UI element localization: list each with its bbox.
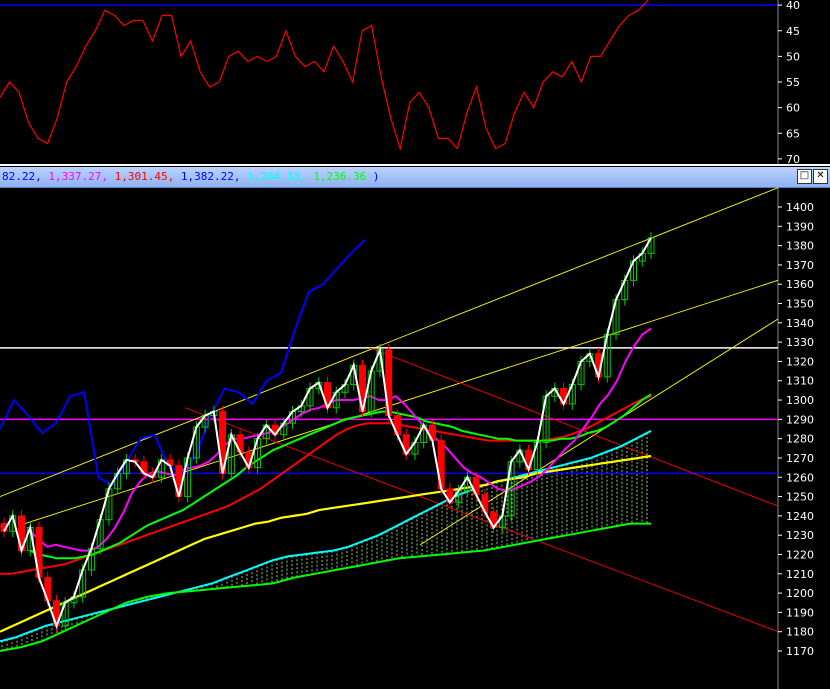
price-panel: 1170 1180 1190 1200 1210 1220 1230 1240 1250 1260…: [0, 187, 814, 689]
price-tick-label: 1190: [786, 606, 814, 619]
lagging-span-line: [0, 239, 366, 487]
price-tick-label: 1210: [786, 568, 814, 581]
price-tick-label: 1310: [786, 375, 814, 388]
legend-value: 1,337.27,: [48, 170, 108, 183]
price-tick-label: 1270: [786, 452, 814, 465]
channel-line-upper: [0, 187, 779, 497]
indicator-legend: 82.22, 1,337.27, 1,301.45, 1,382.22, 1,2…: [2, 170, 380, 183]
price-tick-label: 1350: [786, 298, 814, 311]
rsi-tick-label: 65: [786, 127, 800, 140]
rsi-tick-label: 40: [786, 0, 800, 12]
price-panel-titlebar[interactable]: 82.22, 1,337.27, 1,301.45, 1,382.22, 1,2…: [0, 167, 830, 188]
price-tick-label: 1220: [786, 548, 814, 561]
price-tick-label: 1300: [786, 394, 814, 407]
price-tick-label: 1390: [786, 220, 814, 233]
price-tick-label: 1400: [786, 201, 814, 214]
rsi-tick-label: 45: [786, 25, 800, 38]
price-tick-label: 1180: [786, 626, 814, 639]
price-tick-label: 1240: [786, 510, 814, 523]
price-tick-label: 1260: [786, 471, 814, 484]
price-tick-label: 1320: [786, 355, 814, 368]
legend-value: 82.22,: [2, 170, 42, 183]
price-tick-label: 1200: [786, 587, 814, 600]
legend-value: 1,236.36: [313, 170, 367, 183]
chart-area: 70 65 60 55 50 45 40 82.22, 1,337.27, 1,301.45…: [0, 0, 830, 689]
price-tick-label: 1360: [786, 278, 814, 291]
rsi-tick-label: 50: [786, 50, 800, 63]
price-tick-label: 1170: [786, 645, 814, 658]
legend-value: ): [372, 170, 380, 183]
price-tick-label: 1280: [786, 433, 814, 446]
legend-value: 1,382.22,: [180, 170, 241, 183]
price-tick-label: 1330: [786, 336, 814, 349]
price-tick-label: 1380: [786, 240, 814, 253]
rsi-panel: 70656055504540: [0, 0, 800, 165]
price-tick-label: 1230: [786, 529, 814, 542]
price-tick-label: 1290: [786, 413, 814, 426]
panel-separator[interactable]: [0, 164, 830, 166]
close-button[interactable]: ✕: [813, 169, 828, 184]
price-tick-label: 1370: [786, 259, 814, 272]
rsi-tick-label: 60: [786, 102, 800, 115]
price-tick-label: 1250: [786, 491, 814, 504]
rsi-tick-label: 55: [786, 76, 800, 89]
legend-value: 1,284.13,: [247, 170, 307, 183]
legend-value: 1,301.45,: [114, 170, 175, 183]
price-tick-label: 1340: [786, 317, 814, 330]
rsi-line: [0, 0, 649, 151]
restore-button[interactable]: □: [797, 169, 812, 184]
close-price-line: [3, 237, 652, 629]
